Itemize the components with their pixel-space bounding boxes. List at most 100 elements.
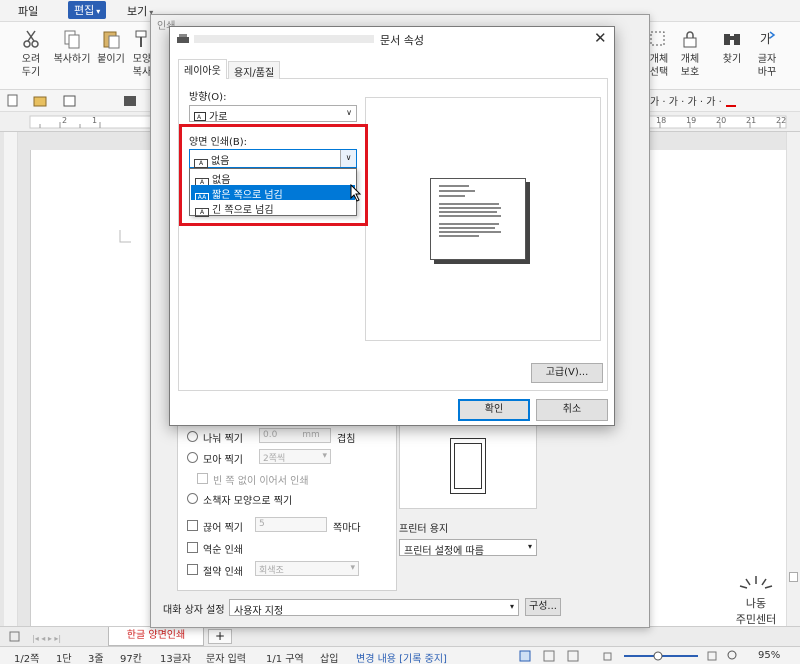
- status-insert[interactable]: 삽입: [320, 650, 338, 664]
- print-preview-box: [399, 423, 537, 509]
- cancel-button[interactable]: 취소: [536, 399, 608, 421]
- menu-file[interactable]: 파일: [18, 3, 38, 19]
- status-page: 1/2쪽: [14, 654, 40, 664]
- lock-icon: [683, 31, 697, 48]
- watermark-line1: 나동: [745, 597, 767, 610]
- landscape-icon: A: [194, 112, 206, 121]
- view-mode-icons[interactable]: [518, 650, 738, 662]
- paste-button[interactable]: 붙이기: [94, 28, 128, 66]
- printer-paper-combo[interactable]: 프린터 설정에 따름 ▾: [399, 539, 537, 557]
- collect-print-radio[interactable]: [187, 452, 198, 463]
- tab-paper-quality[interactable]: 용지/품질: [228, 61, 281, 80]
- copy-icon: [64, 30, 80, 49]
- config-button[interactable]: 구성...: [525, 598, 561, 616]
- economy-print-combo[interactable]: 회색조 ▾: [255, 561, 359, 576]
- printer-paper-label: 프린터 용지: [399, 524, 449, 535]
- economy-print-checkbox[interactable]: [187, 564, 198, 575]
- svg-text:가: 가: [760, 32, 771, 46]
- ruler-tick-label: 21: [746, 116, 757, 125]
- status-track-changes[interactable]: 변경 내용 [기록 중지]: [356, 650, 447, 664]
- status-column: 1단: [56, 654, 72, 664]
- highlight-box: [179, 124, 368, 226]
- split-overlap-label: 겹침: [337, 434, 356, 445]
- ruler-tick-label: 19: [686, 116, 697, 125]
- dialog-setting-label: 대화 상자 설정: [163, 605, 225, 616]
- dialog-tabs: 레이아웃 용지/품질: [178, 59, 608, 80]
- add-tab-button[interactable]: +: [208, 629, 232, 644]
- paste-icon: [103, 31, 120, 49]
- page-corner-marker: [119, 230, 131, 243]
- collect-print-label: 모아 찍기: [203, 455, 243, 466]
- menu-edit[interactable]: 편집 ▾: [68, 1, 107, 19]
- ruler-tick-label: 20: [716, 116, 727, 125]
- ruler-tick-label: 22: [776, 116, 787, 125]
- status-cell: 97칸: [120, 654, 142, 664]
- dialog-titlebar: 문서 속성 ✕: [170, 27, 614, 51]
- document-properties-dialog: 문서 속성 ✕ 레이아웃 용지/품질 방향(O): A 가로 ∨ 양면 인쇄(B)…: [169, 26, 615, 426]
- find-button[interactable]: 찾기: [718, 28, 746, 66]
- reverse-print-label: 역순 인쇄: [203, 545, 243, 556]
- tab-nav-icons: |◂ ◂ ▸ ▸|: [9, 631, 61, 643]
- status-mode: 문자 입력: [206, 654, 246, 664]
- preview-text-lines: [439, 185, 501, 237]
- doc-tab[interactable]: 한글 양면인쇄: [108, 627, 204, 646]
- tab-layout[interactable]: 레이아웃: [178, 59, 227, 80]
- find-label: 찾기: [722, 54, 742, 65]
- redacted-printer-name: [194, 35, 374, 43]
- cut-button[interactable]: 오려 두기: [14, 28, 48, 79]
- vertical-scrollbar[interactable]: [786, 132, 800, 626]
- dialog-setting-combo[interactable]: 사용자 지정 ▾: [229, 599, 519, 617]
- status-zoom[interactable]: 95%: [758, 650, 780, 661]
- ruler-tick-label: 1: [92, 116, 98, 125]
- layout-preview-box: [365, 97, 601, 341]
- status-bar: 1/2쪽 1단 3줄 97칸 13글자 문자 입력 1/1 구역 삽입 변경 내…: [0, 646, 800, 664]
- select-object-icon: [650, 31, 665, 46]
- printer-icon: [177, 34, 189, 43]
- quick-toolbar-icons: [7, 94, 136, 107]
- sparkle-icon: [739, 576, 773, 589]
- collect-print-combo[interactable]: 2쪽씩 ▾: [259, 449, 331, 464]
- svg-text:가 · 가 · 가 · 가 ·: 가 · 가 · 가 · 가 ·: [650, 96, 722, 108]
- split-print-spin[interactable]: 0.0 mm: [259, 428, 331, 443]
- split-print-label: 나눠 찍기: [203, 434, 243, 445]
- char-format-icons: 가 · 가 · 가 · 가 ·: [650, 96, 736, 108]
- document-tab-bar: |◂ ◂ ▸ ▸| 한글 양면인쇄 +: [0, 626, 800, 646]
- cut-print-spin[interactable]: 5: [255, 517, 327, 532]
- economy-print-label: 절약 인쇄: [203, 567, 243, 578]
- binoculars-icon: [724, 34, 740, 45]
- scissors-icon: [23, 30, 39, 48]
- paste-label: 붙이기: [97, 54, 125, 65]
- copy-label: 복사하기: [53, 54, 91, 65]
- replace-label: 글자 바꾸: [757, 54, 777, 78]
- cut-print-checkbox[interactable]: [187, 520, 198, 531]
- close-icon[interactable]: ✕: [594, 29, 607, 47]
- orientation-label: 방향(O):: [189, 92, 227, 103]
- preview-page-outer: [450, 438, 486, 494]
- ok-button[interactable]: 확인: [458, 399, 530, 421]
- vertical-ruler: [4, 132, 18, 626]
- cut-print-suffix: 쪽마다: [333, 523, 361, 534]
- orientation-combo[interactable]: A 가로 ∨: [189, 105, 357, 123]
- protect-object-button[interactable]: 개체 보호: [675, 28, 705, 79]
- select-object-label: 개체 선택: [649, 54, 669, 78]
- status-line: 3줄: [88, 654, 104, 664]
- ruler-tick-label: 18: [656, 116, 667, 125]
- advanced-button[interactable]: 고급(V)...: [531, 363, 603, 383]
- reverse-print-checkbox[interactable]: [187, 542, 198, 553]
- booklet-radio[interactable]: [187, 493, 198, 504]
- no-gap-checkbox[interactable]: [197, 473, 208, 484]
- scroll-down-button[interactable]: [789, 572, 798, 582]
- watermark-line2: 주민센터: [735, 613, 777, 626]
- watermark-logo: 나동 주민센터: [726, 574, 786, 627]
- ruler-tick-label: 2: [62, 116, 68, 125]
- dialog-title: 문서 속성: [380, 34, 424, 47]
- replace-icon: 가: [760, 31, 776, 46]
- format-copy-label: 모양 복사: [132, 54, 152, 78]
- booklet-label: 소책자 모양으로 찍기: [203, 496, 293, 507]
- cut-label: 오려 두기: [21, 54, 41, 78]
- split-print-radio[interactable]: [187, 431, 198, 442]
- preview-page: [430, 178, 526, 260]
- replace-button[interactable]: 가 글자 바꾸: [752, 28, 782, 79]
- copy-button[interactable]: 복사하기: [50, 28, 94, 66]
- status-chars: 13글자: [160, 654, 192, 664]
